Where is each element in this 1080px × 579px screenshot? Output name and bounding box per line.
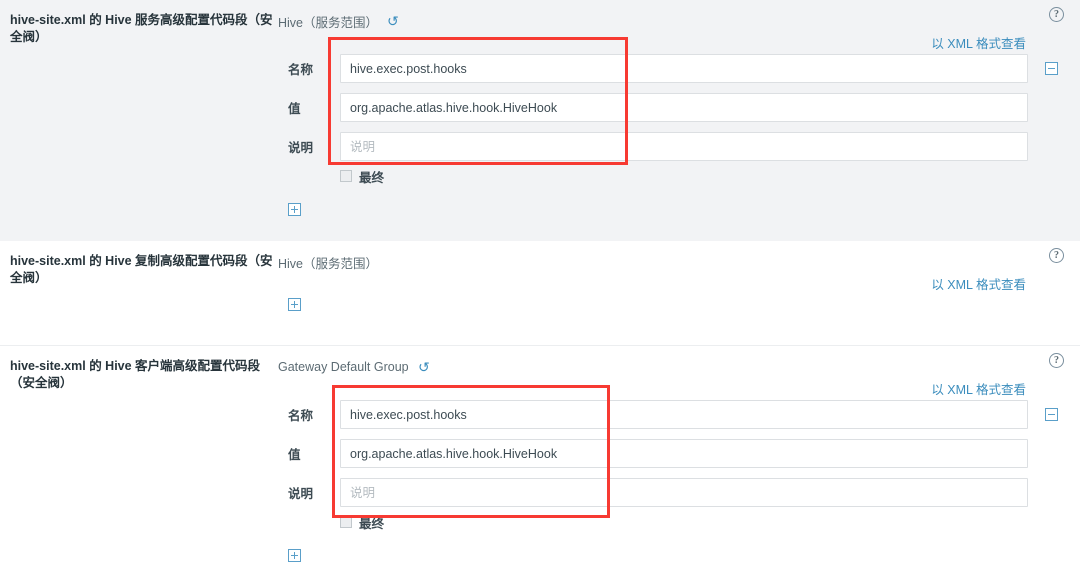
name-input[interactable]	[340, 54, 1028, 83]
scope-line: Hive（服务范围）	[278, 251, 1064, 272]
entry: 名称 值 说明	[278, 399, 1064, 531]
property-name-line2: 全阀）	[10, 271, 48, 285]
remove-entry-icon[interactable]	[1044, 62, 1058, 75]
config-section-hive-service-safety-valve: ? hive-site.xml 的 Hive 服务高级配置代码段（安 全阀） H…	[0, 0, 1080, 241]
property-body: Hive（服务范围） ↻ 以 XML 格式查看 名称 hive.exec.pos…	[278, 10, 1064, 232]
entry-row-name: 名称	[278, 53, 1064, 84]
view-as-xml-link[interactable]: 以 XML 格式查看	[931, 37, 1026, 51]
add-row	[278, 203, 1064, 232]
undo-icon[interactable]: ↻	[387, 13, 399, 29]
entry-row-desc: 说明	[278, 477, 1064, 508]
entry: 名称 值 说明	[278, 53, 1064, 185]
xml-link-row: 以 XML 格式查看	[278, 33, 1064, 51]
xml-link-row: 以 XML 格式查看	[278, 379, 1064, 397]
scope-line: Gateway Default Group ↻	[278, 356, 1064, 377]
property-name-line1: hive-site.xml 的 Hive 客户端高级配置代码段	[10, 359, 261, 373]
add-entry-icon[interactable]	[288, 203, 301, 216]
xml-link-row: 以 XML 格式查看	[278, 274, 1064, 292]
property-name-line1: hive-site.xml 的 Hive 复制高级配置代码段（安	[10, 254, 273, 268]
scope-line: Hive（服务范围） ↻	[278, 10, 1064, 31]
desc-label: 说明	[288, 487, 314, 501]
view-as-xml-link[interactable]: 以 XML 格式查看	[931, 278, 1026, 292]
entry-list: 名称 值 说明	[278, 53, 1064, 185]
property-name: hive-site.xml 的 Hive 服务高级配置代码段（安 全阀）	[10, 10, 278, 46]
view-as-xml-link[interactable]: 以 XML 格式查看	[931, 383, 1026, 397]
value-label: 值	[288, 102, 301, 116]
desc-input[interactable]	[340, 132, 1028, 161]
name-label: 名称	[288, 63, 314, 77]
add-row	[278, 298, 1064, 329]
entry-row-value: 值	[278, 438, 1064, 469]
value-input[interactable]	[340, 439, 1028, 468]
final-row: 最终	[278, 513, 1064, 531]
add-entry-icon[interactable]	[288, 298, 301, 311]
entry-row-desc: 说明	[278, 131, 1064, 162]
config-section-hive-client-safety-valve: ? hive-site.xml 的 Hive 客户端高级配置代码段 （安全阀） …	[0, 345, 1080, 579]
entry-row-name: 名称	[278, 399, 1064, 430]
config-section-hive-replication-safety-valve: ? hive-site.xml 的 Hive 复制高级配置代码段（安 全阀） H…	[0, 241, 1080, 345]
final-checkbox[interactable]	[340, 516, 352, 528]
scope-label: Gateway Default Group	[278, 360, 409, 374]
entry-list: 名称 值 说明	[278, 399, 1064, 531]
final-label: 最终	[359, 516, 385, 531]
remove-entry-icon[interactable]	[1044, 408, 1058, 421]
scope-label: Hive（服务范围）	[278, 15, 379, 30]
final-label: 最终	[359, 170, 385, 185]
desc-input[interactable]	[340, 478, 1028, 507]
minus-wrap	[1038, 62, 1064, 75]
value-input[interactable]	[340, 93, 1028, 122]
property-name: hive-site.xml 的 Hive 客户端高级配置代码段 （安全阀）	[10, 356, 278, 392]
property-name-line2: （安全阀）	[10, 376, 73, 390]
minus-wrap	[1038, 408, 1064, 421]
final-row: 最终	[278, 167, 1064, 185]
entry-row-value: 值	[278, 92, 1064, 123]
property-name: hive-site.xml 的 Hive 复制高级配置代码段（安 全阀）	[10, 251, 278, 287]
desc-label: 说明	[288, 141, 314, 155]
scope-label: Hive（服务范围）	[278, 256, 379, 271]
add-row	[278, 549, 1064, 578]
final-checkbox[interactable]	[340, 170, 352, 182]
undo-icon[interactable]: ↻	[418, 359, 430, 375]
property-name-line2: 全阀）	[10, 30, 48, 44]
property-body: Hive（服务范围） 以 XML 格式查看	[278, 251, 1064, 329]
add-entry-icon[interactable]	[288, 549, 301, 562]
name-label: 名称	[288, 409, 314, 423]
property-body: Gateway Default Group ↻ 以 XML 格式查看 名称 hi…	[278, 356, 1064, 578]
config-page: ? hive-site.xml 的 Hive 服务高级配置代码段（安 全阀） H…	[0, 0, 1080, 579]
value-label: 值	[288, 448, 301, 462]
name-input[interactable]	[340, 400, 1028, 429]
property-name-line1: hive-site.xml 的 Hive 服务高级配置代码段（安	[10, 13, 273, 27]
